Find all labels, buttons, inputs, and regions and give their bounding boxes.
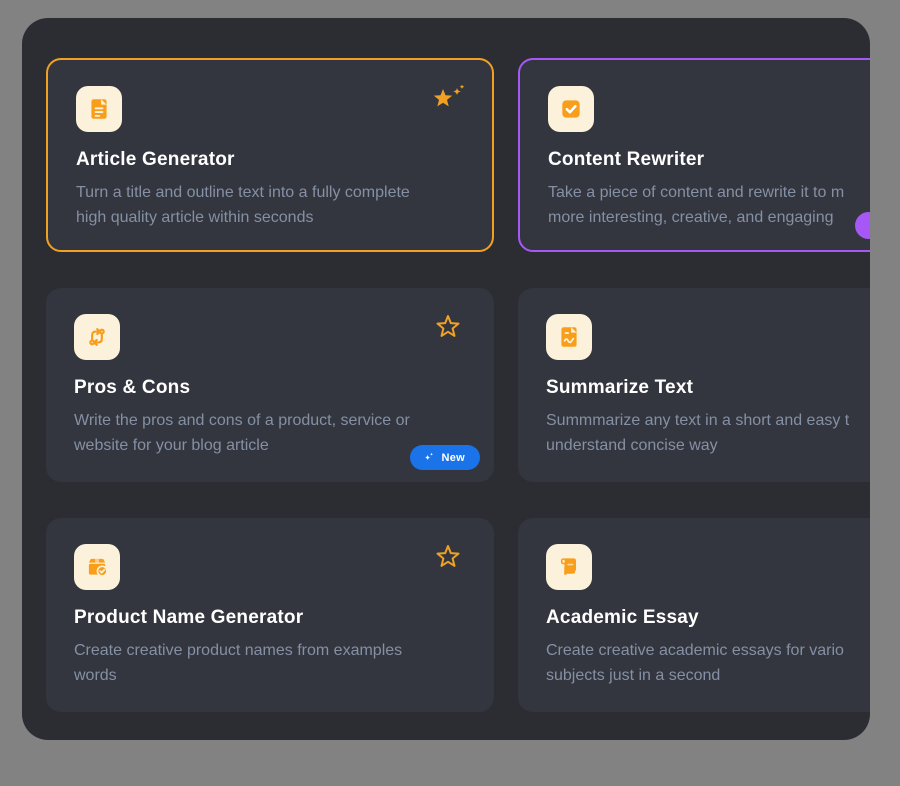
description-line: words	[74, 663, 466, 688]
description-line: Summmarize any text in a short and easy …	[546, 408, 870, 433]
card-description: Create creative product names from examp…	[74, 638, 466, 688]
card-title: Content Rewriter	[548, 149, 870, 171]
favorite-star-button[interactable]	[432, 84, 466, 116]
card-title: Academic Essay	[546, 607, 870, 629]
checkbox-icon	[548, 86, 594, 132]
description-line: understand concise way	[546, 433, 870, 458]
article-document-icon	[76, 86, 122, 132]
card-title: Pros & Cons	[74, 377, 466, 399]
description-line: more interesting, creative, and engaging	[548, 205, 870, 230]
description-line: Create creative product names from examp…	[74, 638, 466, 663]
outline-star-icon	[434, 312, 468, 344]
description-line: high quality article within seconds	[76, 205, 464, 230]
swap-arrows-icon	[74, 314, 120, 360]
card-title: Summarize Text	[546, 377, 870, 399]
template-card-pros-and-cons[interactable]: Pros & Cons Write the pros and cons of a…	[46, 288, 494, 482]
template-card-content-rewriter[interactable]: Content Rewriter Take a piece of content…	[518, 58, 870, 252]
card-description: Create creative academic essays for vari…	[546, 638, 870, 688]
template-card-product-name-generator[interactable]: Product Name Generator Create creative p…	[46, 518, 494, 712]
description-line: website for your blog article	[74, 433, 466, 458]
summary-document-icon	[546, 314, 592, 360]
template-card-article-generator[interactable]: Article Generator Turn a title and outli…	[46, 58, 494, 252]
filled-star-sparkle-icon	[432, 84, 466, 116]
card-description: Summmarize any text in a short and easy …	[546, 408, 870, 458]
description-line: subjects just in a second	[546, 663, 870, 688]
sparkle-icon	[423, 452, 434, 463]
description-line: Write the pros and cons of a product, se…	[74, 408, 466, 433]
card-description: Write the pros and cons of a product, se…	[74, 408, 466, 458]
description-line: Turn a title and outline text into a ful…	[76, 180, 464, 205]
new-badge-label: New	[441, 452, 465, 464]
new-badge: New	[410, 445, 480, 470]
templates-panel: Article Generator Turn a title and outli…	[22, 18, 870, 740]
scroll-icon	[546, 544, 592, 590]
product-box-check-icon	[74, 544, 120, 590]
description-line: Create creative academic essays for vari…	[546, 638, 870, 663]
card-description: Turn a title and outline text into a ful…	[76, 180, 464, 230]
card-title: Product Name Generator	[74, 607, 466, 629]
outline-star-icon	[434, 542, 468, 574]
favorite-star-button[interactable]	[434, 312, 468, 344]
template-card-summarize-text[interactable]: Summarize Text Summmarize any text in a …	[518, 288, 870, 482]
template-card-academic-essay[interactable]: Academic Essay Create creative academic …	[518, 518, 870, 712]
card-title: Article Generator	[76, 149, 464, 171]
card-description: Take a piece of content and rewrite it t…	[548, 180, 870, 230]
description-line: Take a piece of content and rewrite it t…	[548, 180, 870, 205]
favorite-star-button[interactable]	[434, 542, 468, 574]
